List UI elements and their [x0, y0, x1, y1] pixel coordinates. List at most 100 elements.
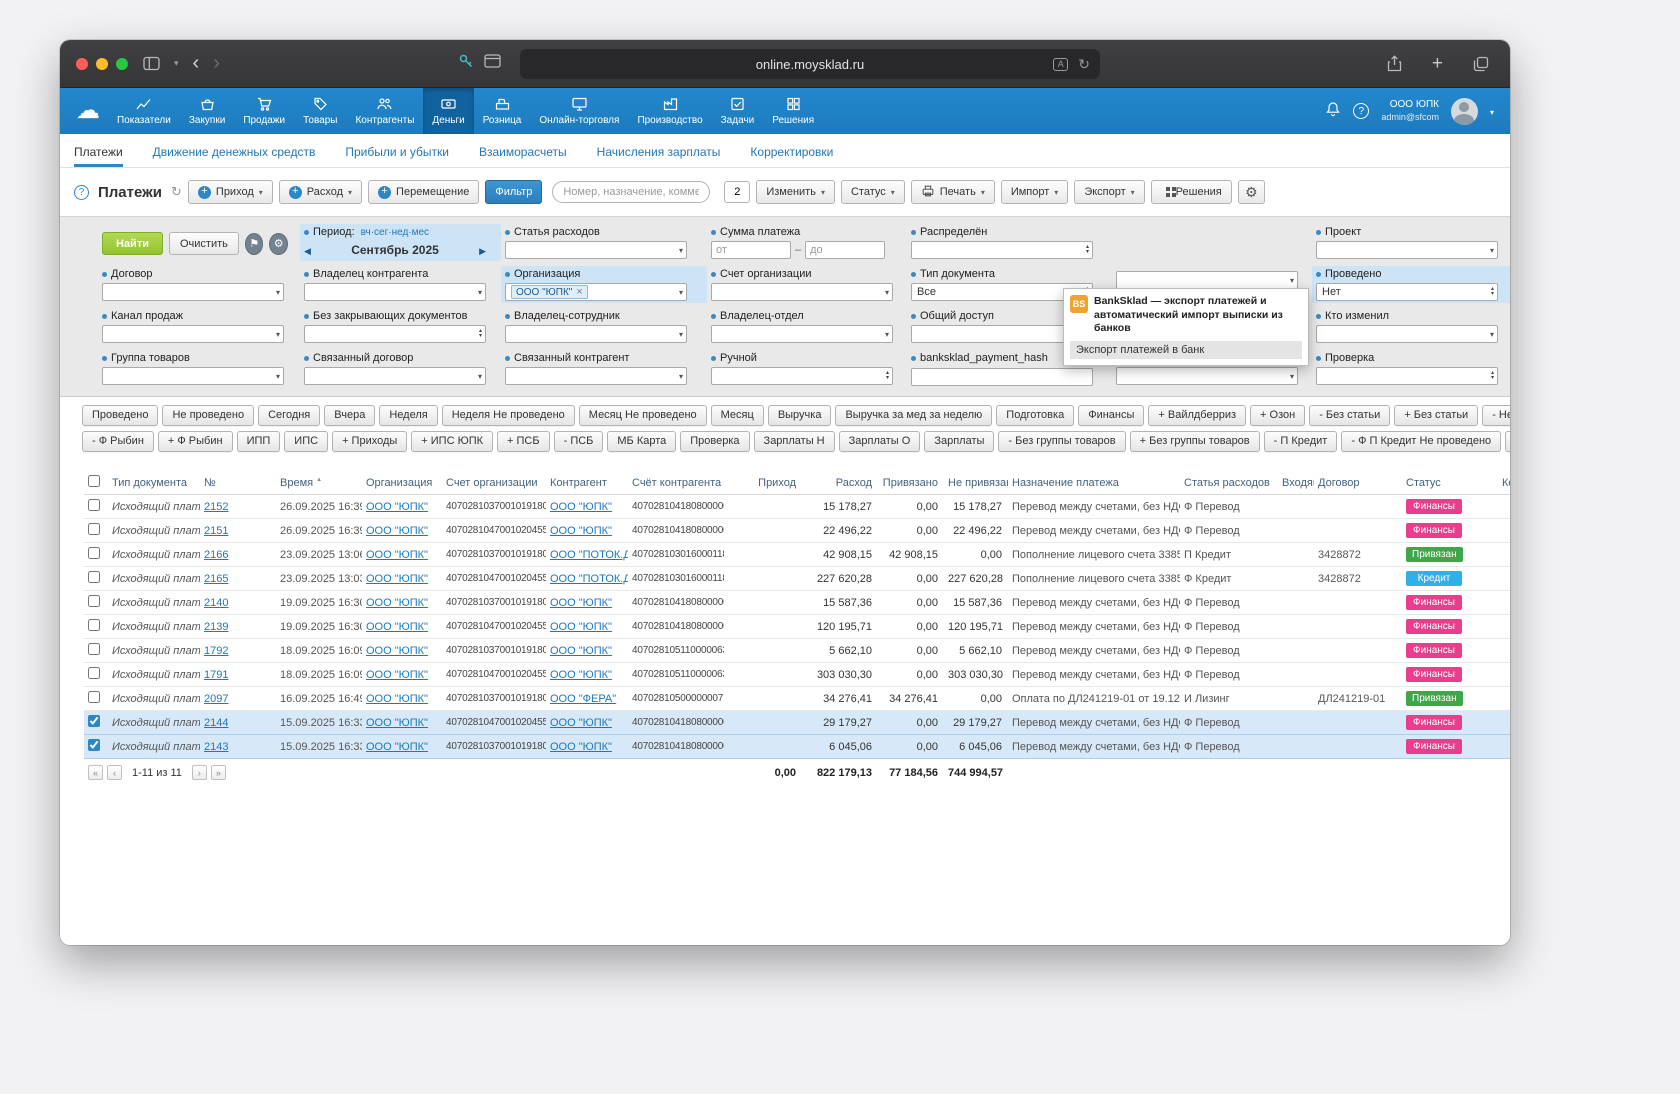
- edit-button[interactable]: Изменить: [756, 180, 835, 204]
- nav-tasks[interactable]: Задачи: [712, 88, 764, 134]
- counterparty-link[interactable]: ООО "ЮПК": [550, 501, 612, 513]
- window-icon[interactable]: [484, 54, 501, 73]
- back-icon[interactable]: [193, 52, 200, 75]
- saved-filter-chip[interactable]: - ПСБ: [553, 431, 604, 452]
- saved-filter-chip[interactable]: + Приходы: [332, 431, 408, 452]
- saved-filter-chip[interactable]: Месяц: [710, 405, 764, 426]
- counterparty-link[interactable]: ООО "ЮПК": [550, 525, 612, 537]
- saved-filter-chip[interactable]: МБ Карта: [607, 431, 677, 452]
- saved-filter-chip[interactable]: Проведено: [82, 405, 159, 426]
- organization-link[interactable]: ООО "ЮПК": [366, 717, 428, 729]
- organization-link[interactable]: ООО "ЮПК": [366, 645, 428, 657]
- saved-filter-chip[interactable]: - Не привязан: [1482, 405, 1510, 426]
- sales-channel-combo[interactable]: [102, 325, 284, 343]
- organization-link[interactable]: ООО "ЮПК": [366, 549, 428, 561]
- new-tab-icon[interactable]: [1432, 53, 1443, 75]
- cp-owner-combo[interactable]: [304, 283, 486, 301]
- nav-production[interactable]: Производство: [628, 88, 711, 134]
- col-expense-item[interactable]: Статья расходов: [1180, 471, 1278, 495]
- translate-icon[interactable]: [1053, 57, 1069, 71]
- saved-filter-chip[interactable]: Финансы: [1078, 405, 1145, 426]
- payment-number-link[interactable]: 2166: [204, 549, 228, 561]
- counterparty-link[interactable]: ООО "ФЕРА": [550, 693, 616, 705]
- saved-filter-chip[interactable]: Зарплаты Н: [753, 431, 835, 452]
- col-income[interactable]: Приход: [724, 471, 802, 495]
- check-select[interactable]: [1316, 367, 1498, 385]
- nav-purchases[interactable]: Закупки: [180, 88, 234, 134]
- col-linked[interactable]: Привязано: [878, 471, 944, 495]
- tab-mutual-settlements[interactable]: Взаиморасчеты: [479, 145, 567, 167]
- select-all-checkbox[interactable]: [88, 475, 100, 487]
- sidebar-icon[interactable]: [143, 56, 160, 71]
- page-help-icon[interactable]: [74, 184, 89, 200]
- counterparty-link[interactable]: ООО "ЮПК": [550, 621, 612, 633]
- status-button[interactable]: Статус: [840, 180, 905, 204]
- table-row[interactable]: Исходящий платеж 2143 15.09.2025 16:33 О…: [84, 734, 1510, 759]
- income-button[interactable]: Приход: [187, 180, 273, 204]
- counterparty-link[interactable]: ООО "ЮПК": [550, 741, 612, 753]
- first-page-icon[interactable]: [88, 765, 103, 780]
- avatar[interactable]: [1450, 97, 1478, 125]
- saved-filter-chip[interactable]: - Ф Рыбин: [82, 431, 154, 452]
- period-quick-links[interactable]: вч·сег·нед·мес: [361, 227, 429, 238]
- reload-icon[interactable]: [1078, 56, 1090, 73]
- saved-filter-chip[interactable]: + Озон: [1250, 405, 1306, 426]
- find-button[interactable]: Найти: [102, 232, 163, 255]
- remove-chip-icon[interactable]: [576, 286, 582, 298]
- saved-filter-chip[interactable]: Подготовка: [996, 405, 1075, 426]
- saved-filter-chip[interactable]: - П П Кредит Не проведено: [1505, 431, 1510, 452]
- sum-from-input[interactable]: [711, 241, 791, 259]
- counterparty-link[interactable]: ООО "ЮПК": [550, 669, 612, 681]
- rel-counterparty-combo[interactable]: [505, 367, 687, 385]
- payment-number-link[interactable]: 2144: [204, 717, 228, 729]
- nav-sales[interactable]: Продажи: [234, 88, 294, 134]
- nav-money[interactable]: Деньги: [423, 88, 474, 134]
- payment-number-link[interactable]: 2097: [204, 693, 228, 705]
- organization-link[interactable]: ООО "ЮПК": [366, 741, 428, 753]
- prev-month-icon[interactable]: [304, 241, 311, 259]
- saved-filter-chip[interactable]: + ПСБ: [497, 431, 550, 452]
- organization-link[interactable]: ООО "ЮПК": [366, 693, 428, 705]
- saved-filter-chip[interactable]: + Ф Рыбин: [157, 431, 233, 452]
- table-row[interactable]: Исходящий платеж 2166 23.09.2025 13:06 О…: [84, 542, 1510, 567]
- saved-filter-chip[interactable]: + Без статьи: [1394, 405, 1479, 426]
- income-item-combo[interactable]: [1116, 367, 1298, 385]
- payment-number-link[interactable]: 1792: [204, 645, 228, 657]
- who-changed-combo[interactable]: [1316, 325, 1498, 343]
- manual-select[interactable]: [711, 367, 893, 385]
- col-comment[interactable]: Комм...: [1498, 471, 1510, 495]
- banksklad-app-item[interactable]: BS BankSklad — экспорт платежей и автома…: [1070, 295, 1302, 336]
- col-incoming[interactable]: Входящ...: [1278, 471, 1314, 495]
- saved-filter-chip[interactable]: Вчера: [324, 405, 376, 426]
- next-month-icon[interactable]: [479, 241, 486, 259]
- nav-goods[interactable]: Товары: [294, 88, 346, 134]
- search-input[interactable]: [552, 181, 711, 203]
- col-purpose[interactable]: Назначение платежа: [1008, 471, 1180, 495]
- col-org-account[interactable]: Счет организации: [442, 471, 546, 495]
- saved-filter-chip[interactable]: Месяц Не проведено: [578, 405, 707, 426]
- next-page-icon[interactable]: [191, 765, 207, 780]
- zoom-window-icon[interactable]: [116, 57, 128, 70]
- organization-link[interactable]: ООО "ЮПК": [366, 621, 428, 633]
- export-button[interactable]: Экспорт: [1074, 180, 1145, 204]
- saved-filter-chip[interactable]: Не проведено: [162, 405, 255, 426]
- payment-number-link[interactable]: 2143: [204, 741, 228, 753]
- contract-combo[interactable]: [102, 283, 284, 301]
- payment-hash-input[interactable]: [911, 368, 1093, 386]
- payment-number-link[interactable]: 2139: [204, 621, 228, 633]
- organization-combo[interactable]: ООО "ЮПК": [505, 283, 687, 301]
- row-checkbox[interactable]: [88, 667, 100, 679]
- saved-filter-chip[interactable]: Неделя Не проведено: [441, 405, 575, 426]
- saved-filter-chip[interactable]: - Ф П Кредит Не проведено: [1341, 431, 1502, 452]
- nav-indicators[interactable]: Показатели: [108, 88, 180, 134]
- filter-settings-icon[interactable]: [269, 232, 288, 255]
- saved-filter-chip[interactable]: Проверка: [680, 431, 750, 452]
- bookmark-icon[interactable]: [244, 232, 264, 255]
- nav-solutions[interactable]: Решения: [763, 88, 823, 134]
- row-checkbox[interactable]: [88, 715, 100, 727]
- refresh-icon[interactable]: [171, 183, 182, 201]
- organization-link[interactable]: ООО "ЮПК": [366, 597, 428, 609]
- row-checkbox[interactable]: [88, 523, 100, 535]
- expense-item-combo[interactable]: [505, 241, 687, 259]
- last-page-icon[interactable]: [210, 765, 226, 780]
